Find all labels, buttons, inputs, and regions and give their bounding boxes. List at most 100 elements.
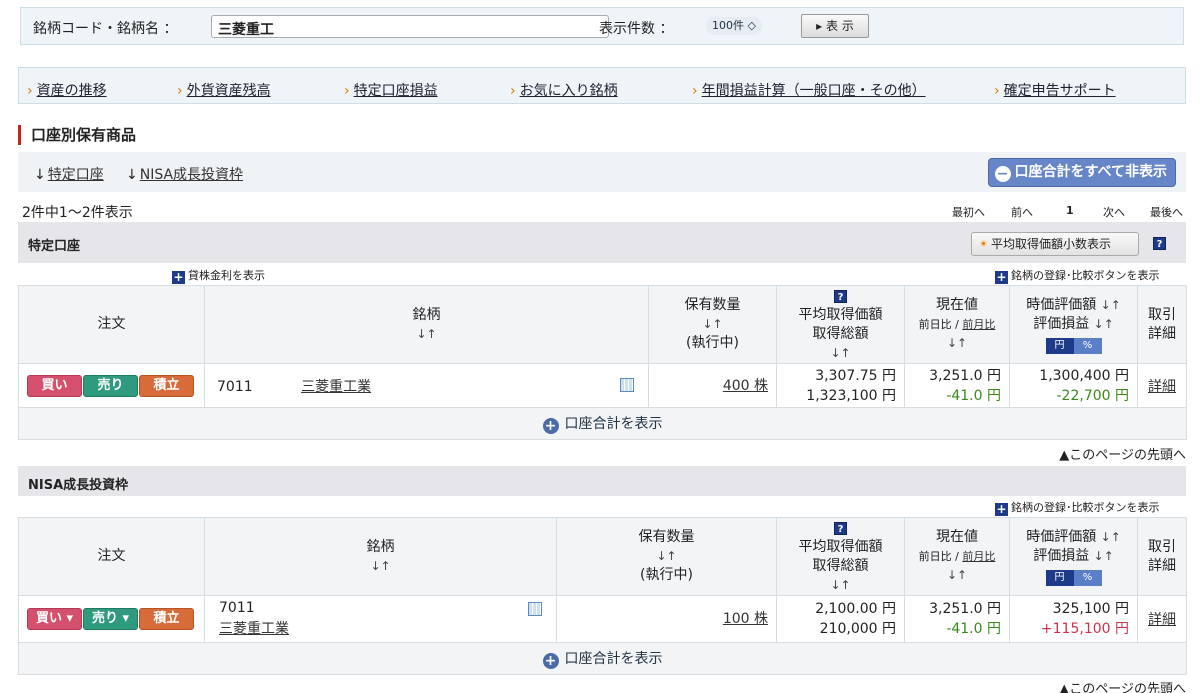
result-count: 2件中1〜2件表示 xyxy=(22,205,133,221)
col-avg[interactable]: ? 平均取得価額 取得総額 ↓↑ xyxy=(776,517,905,596)
col-value[interactable]: 時価評価額 ↓↑ 評価損益 ↓↑ 円% xyxy=(1009,285,1138,364)
buy-button[interactable]: 買い ▾ xyxy=(27,608,82,630)
col-stock[interactable]: 銘柄 ↓↑ xyxy=(204,285,649,364)
col-price[interactable]: 現在値 前日比 / 前月比 ↓↑ xyxy=(904,517,1010,596)
detail-link[interactable]: 詳細 xyxy=(1148,612,1176,628)
stock-name-link[interactable]: 三菱重工業 xyxy=(219,621,289,637)
col-detail-label-1: 取引 xyxy=(1148,538,1176,555)
lending-rate-link[interactable]: + 貸株金利を表示 xyxy=(172,267,265,284)
plus-circle-icon: + xyxy=(542,418,559,434)
avg-decimal-button[interactable]: 平均取得価額小数表示 xyxy=(971,232,1139,256)
col-qty[interactable]: 保有数量 ↓↑ (執行中) xyxy=(556,517,777,596)
value-cell: 1,300,400 円 -22,700 円 xyxy=(1009,363,1138,408)
nav-tokutei-pl[interactable]: 特定口座損益 xyxy=(344,80,438,100)
sort-icon[interactable]: ↓↑ xyxy=(557,547,776,566)
show-total-toggle[interactable]: + 口座合計を表示 xyxy=(18,642,1187,675)
price-cell: 3,251.0 円 -41.0 円 xyxy=(904,595,1010,643)
tsumitate-button[interactable]: 積立 xyxy=(139,374,194,397)
sort-icon[interactable]: ↓↑ xyxy=(1101,530,1121,544)
current-price: 3,251.0 円 xyxy=(929,601,1001,617)
page-top-link[interactable]: ▲このページの先頭へ xyxy=(1059,678,1186,693)
nav-favorites[interactable]: お気に入り銘柄 xyxy=(510,80,618,100)
tokutei-title: 特定口座 xyxy=(28,239,81,254)
hide-all-totals-button[interactable]: − 口座合計をすべて非表示 xyxy=(987,158,1176,187)
market-value: 1,300,400 円 xyxy=(1039,367,1129,384)
col-qty-label: 保有数量 xyxy=(638,529,695,545)
pager-next[interactable]: 次へ xyxy=(1103,204,1125,220)
anchor-nisa[interactable]: ↓ NISA成長投資枠 xyxy=(126,164,243,184)
tsumitate-button[interactable]: 積立 xyxy=(139,608,194,630)
nisa-holdings-table: 注文 銘柄 ↓↑ 保有数量 ↓↑ (執行中) ? 平均取得価額 取得総額 ↓↑ 現在値 前日比… xyxy=(18,517,1187,675)
sort-icon[interactable]: ↓↑ xyxy=(205,325,648,344)
buy-button[interactable]: 買い xyxy=(27,374,82,397)
display-count-select[interactable]: 100件 ◇ xyxy=(706,17,762,35)
col-avg[interactable]: ? 平均取得価額 取得総額 ↓↑ xyxy=(776,285,905,364)
stock-name-link[interactable]: 三菱重工業 xyxy=(301,379,371,395)
minus-circle-icon: − xyxy=(994,166,1011,182)
sort-icon[interactable]: ↓↑ xyxy=(1101,298,1121,312)
total-cost: 1,323,100 円 xyxy=(806,387,896,404)
col-order: 注文 xyxy=(18,517,205,596)
pager-current: 1 xyxy=(1066,204,1074,217)
col-value[interactable]: 時価評価額 ↓↑ 評価損益 ↓↑ 円% xyxy=(1009,517,1138,596)
col-value-label: 時価評価額 xyxy=(1026,528,1097,545)
page-top-link[interactable]: ▲このページの先頭へ xyxy=(1059,444,1186,463)
yen-toggle[interactable]: 円 xyxy=(1045,337,1074,354)
chart-icon[interactable] xyxy=(620,378,634,392)
sort-icon[interactable]: ↓↑ xyxy=(1094,549,1114,563)
help-icon[interactable]: ? xyxy=(1153,237,1166,250)
display-button[interactable]: ▸ 表 示 xyxy=(801,14,869,38)
month-change-link[interactable]: 前月比 xyxy=(962,550,995,563)
detail-link[interactable]: 詳細 xyxy=(1148,379,1176,395)
show-total-label: 口座合計を表示 xyxy=(564,416,663,432)
nav-annual-pl[interactable]: 年間損益計算（一般口座・その他） xyxy=(692,80,926,100)
nav-foreign-assets[interactable]: 外貨資産残高 xyxy=(177,80,271,100)
anchor-tokutei-label[interactable]: 特定口座 xyxy=(48,167,104,183)
pager-first[interactable]: 最初へ xyxy=(952,204,985,220)
col-qty-label: 保有数量 xyxy=(684,297,741,313)
sell-button[interactable]: 売り ▾ xyxy=(83,608,138,630)
detail-cell: 詳細 xyxy=(1137,595,1187,643)
col-stock[interactable]: 銘柄 ↓↑ xyxy=(204,517,557,596)
col-stock-label: 銘柄 xyxy=(366,538,395,555)
col-qty[interactable]: 保有数量 ↓↑ (執行中) xyxy=(648,285,777,364)
qty-link[interactable]: 400 株 xyxy=(723,378,768,394)
nav-asset-history[interactable]: 資産の推移 xyxy=(27,80,107,100)
col-stock-label: 銘柄 xyxy=(412,306,441,323)
day-change-label: 前日比 xyxy=(918,550,952,563)
pct-toggle[interactable]: % xyxy=(1073,337,1102,354)
sort-icon[interactable]: ↓↑ xyxy=(905,566,1009,585)
stock-search-input[interactable]: 三菱重工 xyxy=(211,15,609,38)
pct-toggle[interactable]: % xyxy=(1073,569,1102,586)
pager-prev[interactable]: 前へ xyxy=(1011,204,1033,220)
nav-tax-return[interactable]: 確定申告サポート xyxy=(994,80,1116,100)
show-total-toggle[interactable]: + 口座合計を表示 xyxy=(18,407,1187,440)
help-icon[interactable]: ? xyxy=(834,289,847,303)
sell-button[interactable]: 売り xyxy=(83,374,138,397)
sort-icon[interactable]: ↓↑ xyxy=(205,557,556,576)
month-change-link[interactable]: 前月比 xyxy=(962,318,995,331)
col-price[interactable]: 現在値 前日比 / 前月比 ↓↑ xyxy=(904,285,1010,364)
col-detail-label-2: 詳細 xyxy=(1148,325,1176,342)
help-icon[interactable]: ? xyxy=(834,521,847,535)
unrealized-pl: -22,700 円 xyxy=(1056,387,1130,404)
asset-nav: 資産の推移 外貨資産残高 特定口座損益 お気に入り銘柄 年間損益計算（一般口座・… xyxy=(18,67,1186,104)
sort-icon[interactable]: ↓↑ xyxy=(777,576,904,595)
col-value-label: 時価評価額 xyxy=(1026,296,1097,313)
unrealized-pl: +115,100 円 xyxy=(1040,621,1129,637)
col-detail: 取引 詳細 xyxy=(1137,517,1187,596)
register-compare-link[interactable]: + 銘柄の登録･比較ボタンを表示 xyxy=(995,267,1160,284)
yen-toggle[interactable]: 円 xyxy=(1045,569,1074,586)
pager-last[interactable]: 最後へ xyxy=(1150,204,1183,220)
qty-link[interactable]: 100 株 xyxy=(723,611,768,627)
day-change: -41.0 円 xyxy=(946,387,1001,404)
nisa-title: NISA成長投資枠 xyxy=(28,478,129,493)
anchor-nisa-label[interactable]: NISA成長投資枠 xyxy=(140,167,243,183)
register-compare-link[interactable]: + 銘柄の登録･比較ボタンを表示 xyxy=(995,499,1160,516)
chart-icon[interactable] xyxy=(528,602,542,616)
sort-icon[interactable]: ↓↑ xyxy=(905,334,1009,353)
sort-icon[interactable]: ↓↑ xyxy=(649,315,776,334)
anchor-tokutei[interactable]: ↓ 特定口座 xyxy=(34,164,104,184)
sort-icon[interactable]: ↓↑ xyxy=(1094,317,1114,331)
sort-icon[interactable]: ↓↑ xyxy=(777,344,904,363)
